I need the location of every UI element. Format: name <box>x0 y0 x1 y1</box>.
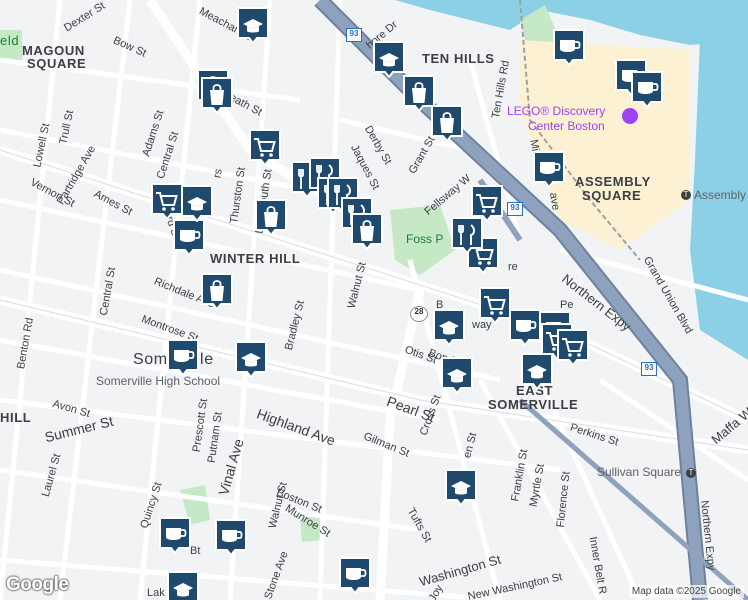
interstate-93-shield: 93 <box>641 362 657 376</box>
train-station-icon[interactable]: T <box>681 190 691 200</box>
school-icon <box>181 185 213 222</box>
school-marker[interactable] <box>444 468 478 506</box>
restaurant-marker[interactable] <box>450 216 484 254</box>
cafe-icon <box>553 29 585 66</box>
interstate-93-shield: 93 <box>346 28 362 42</box>
cafe-icon <box>631 71 663 108</box>
shopping-icon <box>255 199 287 236</box>
map-canvas[interactable]: MAGOUN SQUARE TEN HILLS ASSEMBLY SQUARE … <box>0 0 748 600</box>
cafe-icon <box>533 151 565 188</box>
cafe-icon <box>159 517 191 554</box>
grocery-marker[interactable] <box>556 328 590 366</box>
cafe-marker[interactable] <box>508 308 542 346</box>
interstate-93-shield: 93 <box>507 202 523 216</box>
school-marker[interactable] <box>166 570 200 600</box>
shopping-marker[interactable] <box>254 198 288 236</box>
grocery-marker[interactable] <box>150 182 184 220</box>
cafe-marker[interactable] <box>532 150 566 188</box>
school-icon <box>235 341 267 378</box>
school-marker[interactable] <box>440 356 474 394</box>
river-east <box>690 40 748 360</box>
school-marker[interactable] <box>234 340 268 378</box>
route-28-shield: 28 <box>410 306 428 322</box>
shopping-marker[interactable] <box>350 212 384 250</box>
museum-icon[interactable] <box>622 108 638 124</box>
shopping-marker[interactable] <box>430 104 464 142</box>
school-icon <box>237 7 269 44</box>
school-icon <box>373 41 405 78</box>
train-station-icon-sullivan[interactable]: T <box>686 468 696 478</box>
cafe-icon <box>339 557 371 594</box>
grocery-marker[interactable] <box>248 128 282 166</box>
cafe-marker[interactable] <box>172 218 206 256</box>
school-icon <box>433 309 465 346</box>
cafe-marker[interactable] <box>338 556 372 594</box>
school-marker[interactable] <box>372 40 406 78</box>
shopping-marker[interactable] <box>200 272 234 310</box>
school-marker[interactable] <box>432 308 466 346</box>
cafe-marker[interactable] <box>552 28 586 66</box>
grocery-icon <box>479 287 511 324</box>
grocery-icon <box>249 129 281 166</box>
shopping-icon <box>201 77 233 114</box>
shopping-icon <box>351 213 383 250</box>
cafe-icon <box>173 219 205 256</box>
cafe-icon <box>167 339 199 376</box>
school-marker[interactable] <box>236 6 270 44</box>
shopping-marker[interactable] <box>200 76 234 114</box>
school-marker[interactable] <box>180 184 214 222</box>
grocery-marker[interactable] <box>478 286 512 324</box>
foss-park <box>390 205 455 275</box>
grocery-icon <box>557 329 589 366</box>
cafe-marker[interactable] <box>158 516 192 554</box>
park-small <box>300 515 322 542</box>
school-icon <box>167 571 199 600</box>
shopping-icon <box>201 273 233 310</box>
school-icon <box>445 469 477 506</box>
google-logo: Google <box>6 574 69 595</box>
shopping-icon <box>431 105 463 142</box>
grocery-icon <box>151 183 183 220</box>
cafe-icon <box>215 519 247 556</box>
cafe-marker[interactable] <box>214 518 248 556</box>
cafe-icon <box>509 309 541 346</box>
park-field <box>0 30 22 62</box>
cafe-marker[interactable] <box>166 338 200 376</box>
restaurant-icon <box>451 217 483 254</box>
attribution-text[interactable]: Map data ©2025 Google <box>628 585 744 598</box>
school-icon <box>441 357 473 394</box>
cafe-marker[interactable] <box>630 70 664 108</box>
